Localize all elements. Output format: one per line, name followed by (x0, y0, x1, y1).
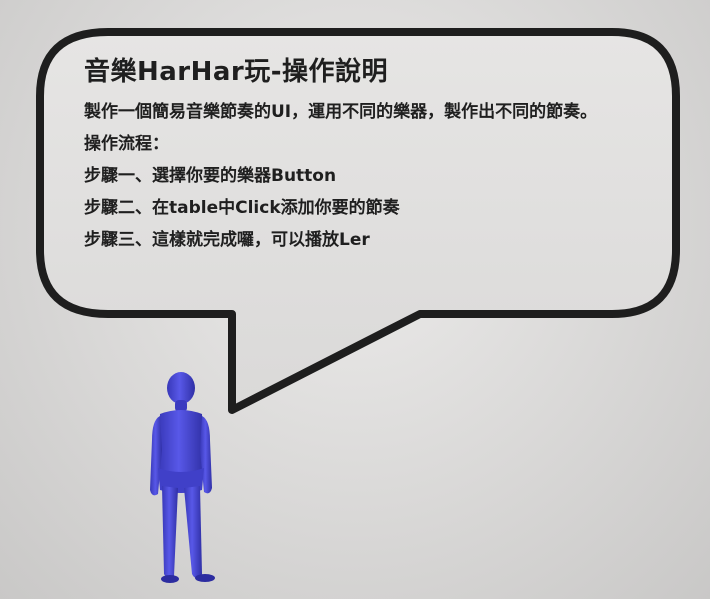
flow-title: 操作流程： (84, 134, 169, 154)
step-1: 步驟一、選擇你要的樂器Button (84, 166, 337, 186)
step-3: 步驟三、這樣就完成囉，可以播放Ler (84, 230, 370, 250)
instruction-description: 製作一個簡易音樂節奏的UI，運用不同的樂器，製作出不同的節奏。 (84, 102, 598, 122)
step-2: 步驟二、在table中Click添加你要的節奏 (84, 198, 400, 218)
person-avatar-icon (150, 372, 215, 583)
instruction-screen: 音樂HarHar玩-操作說明 製作一個簡易音樂節奏的UI，運用不同的樂器，製作出… (0, 0, 710, 599)
instruction-title: 音樂HarHar玩-操作說明 (84, 57, 389, 87)
instruction-text-block: 音樂HarHar玩-操作說明 製作一個簡易音樂節奏的UI，運用不同的樂器，製作出… (84, 54, 664, 256)
